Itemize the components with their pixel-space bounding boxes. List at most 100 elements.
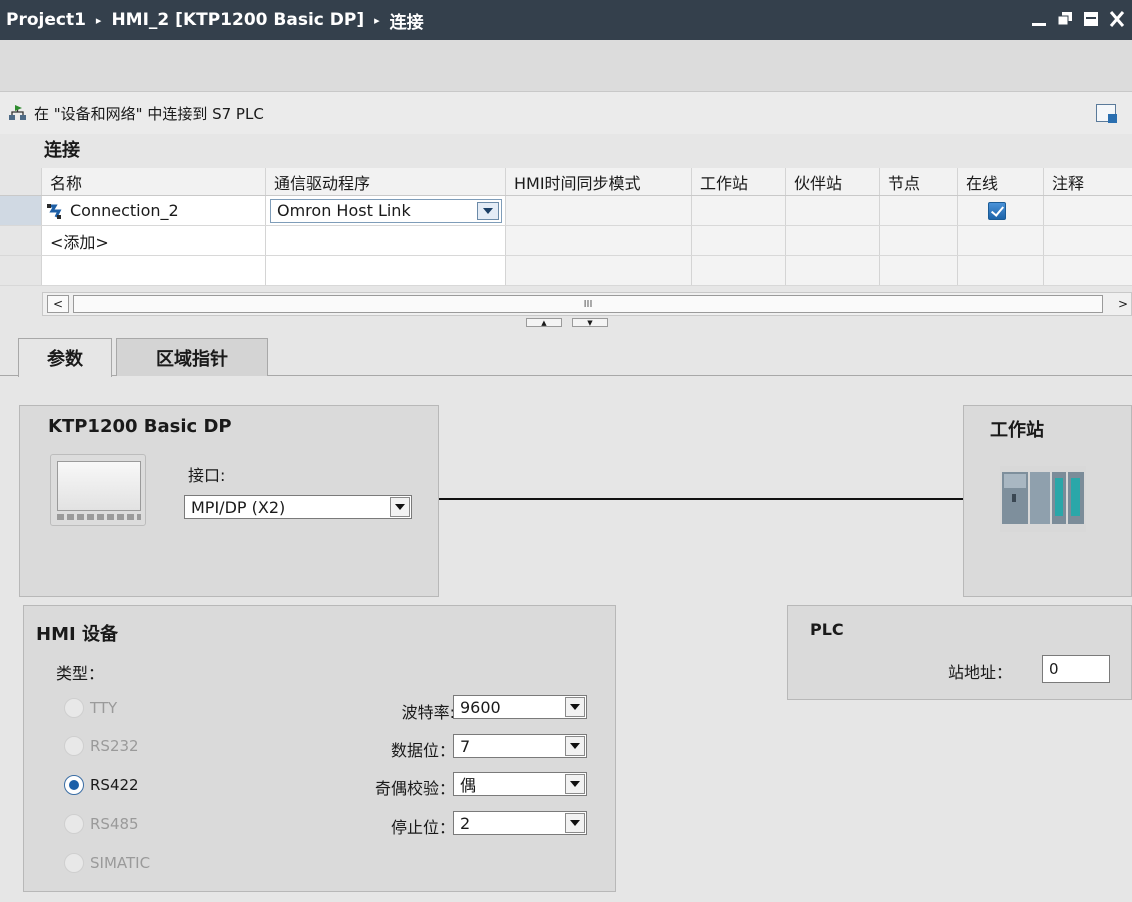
partner-cell[interactable]	[786, 226, 880, 255]
empty-cell	[692, 256, 786, 285]
restore-icon[interactable]	[1056, 8, 1074, 30]
breadcrumb-page: 连接	[389, 12, 424, 33]
chevron-down-icon[interactable]	[477, 201, 499, 220]
connect-s7-link-text[interactable]: 在 "设备和网络" 中连接到 S7 PLC	[34, 103, 264, 124]
col-header-time-sync[interactable]: HMI时间同步模式	[506, 168, 692, 195]
driver-cell[interactable]	[266, 226, 506, 255]
online-cell[interactable]	[958, 196, 1044, 225]
parity-label: 奇偶校验：	[374, 779, 455, 798]
table-row[interactable]: <添加>	[0, 226, 1132, 256]
empty-cell	[42, 256, 266, 285]
col-header-driver[interactable]: 通信驱动程序	[266, 168, 506, 195]
maximize-icon[interactable]	[1082, 8, 1100, 30]
data-bits-select[interactable]: 7	[453, 734, 587, 758]
row-selector[interactable]	[0, 196, 42, 225]
node-cell[interactable]	[880, 196, 958, 225]
splitter-handles: ▲ ▼	[526, 318, 618, 328]
node-cell[interactable]	[880, 226, 958, 255]
chevron-down-icon[interactable]	[565, 774, 585, 794]
close-icon[interactable]	[1108, 8, 1126, 30]
stop-bits-label: 停止位：	[390, 818, 455, 837]
plc-settings-panel: PLC 站地址： 0	[787, 605, 1132, 700]
data-bits-value: 7	[460, 736, 471, 756]
breadcrumb-project[interactable]: Project1	[6, 10, 86, 30]
partner-cell[interactable]	[786, 196, 880, 225]
parity-select[interactable]: 偶	[453, 772, 587, 796]
driver-cell[interactable]: Omron Host Link	[266, 196, 506, 225]
tab-parameters[interactable]: 参数	[18, 338, 112, 377]
breadcrumb-separator: ▸	[374, 13, 380, 27]
time-sync-cell[interactable]	[506, 226, 692, 255]
scroll-thumb[interactable]: III	[73, 295, 1103, 313]
connections-table: 名称 通信驱动程序 HMI时间同步模式 工作站 伙伴站 节点 在线 注释 Con…	[0, 168, 1132, 286]
online-cell[interactable]	[958, 226, 1044, 255]
hmi-settings-panel: HMI 设备 类型： TTY RS232 RS422 RS485 SIMATIC…	[23, 605, 616, 892]
col-header-name[interactable]: 名称	[42, 168, 266, 195]
empty-cell	[958, 256, 1044, 285]
type-label: 类型：	[56, 664, 105, 683]
hmi-keys-graphic	[57, 514, 141, 520]
horizontal-scrollbar[interactable]: < III >	[42, 292, 1132, 316]
section-title: 连接	[44, 140, 80, 161]
radio-rs422-label[interactable]: RS422	[90, 776, 139, 794]
chevron-down-icon[interactable]	[565, 813, 585, 833]
editor-toolbar	[0, 40, 1132, 92]
interface-select[interactable]: MPI/DP (X2)	[184, 495, 412, 519]
add-connection-text[interactable]: <添加>	[50, 229, 109, 253]
table-row	[0, 256, 1132, 286]
window-layout-icon[interactable]	[1096, 104, 1117, 123]
driver-select[interactable]: Omron Host Link	[270, 198, 502, 223]
col-header-node[interactable]: 节点	[880, 168, 958, 195]
table-row[interactable]: Connection_2 Omron Host Link	[0, 196, 1132, 226]
parity-value: 偶	[460, 776, 477, 795]
connection-name[interactable]: Connection_2	[70, 201, 179, 220]
connect-s7-link-row[interactable]: 在 "设备和网络" 中连接到 S7 PLC	[0, 92, 1132, 134]
comment-cell[interactable]	[1044, 196, 1132, 225]
tab-area-pointer[interactable]: 区域指针	[116, 338, 268, 376]
scroll-left-button[interactable]: <	[47, 295, 69, 313]
station-address-input[interactable]: 0	[1042, 655, 1110, 683]
window-titlebar: Project1 ▸ HMI_2 [KTP1200 Basic DP] ▸ 连接	[0, 0, 1132, 40]
splitter-down-icon[interactable]: ▼	[572, 318, 608, 327]
col-header-station[interactable]: 工作站	[692, 168, 786, 195]
chevron-down-icon[interactable]	[390, 497, 410, 517]
row-header-corner	[0, 168, 42, 195]
station-address-label: 站地址：	[948, 663, 1013, 682]
comment-cell[interactable]	[1044, 226, 1132, 255]
network-icon	[9, 105, 26, 120]
minimize-icon[interactable]	[1030, 8, 1048, 30]
radio-rs232: RS232	[64, 736, 139, 756]
online-checkbox[interactable]	[988, 201, 1006, 220]
station-cell[interactable]	[692, 196, 786, 225]
empty-cell	[786, 256, 880, 285]
row-selector	[0, 256, 42, 285]
row-selector[interactable]	[0, 226, 42, 255]
stop-bits-select[interactable]: 2	[453, 811, 587, 835]
window-buttons	[1030, 8, 1126, 30]
col-header-online[interactable]: 在线	[958, 168, 1044, 195]
radio-dot	[64, 698, 84, 718]
chevron-down-icon[interactable]	[565, 697, 585, 717]
empty-cell	[266, 256, 506, 285]
breadcrumb-device[interactable]: HMI_2 [KTP1200 Basic DP]	[111, 10, 364, 30]
scroll-right-button[interactable]: >	[1115, 295, 1131, 313]
radio-dot[interactable]	[64, 775, 84, 795]
time-sync-cell[interactable]	[506, 196, 692, 225]
col-header-partner[interactable]: 伙伴站	[786, 168, 880, 195]
baud-rate-select[interactable]: 9600	[453, 695, 587, 719]
connection-icon	[47, 203, 62, 219]
radio-rs422[interactable]: RS422	[64, 775, 139, 795]
col-header-comment[interactable]: 注释	[1044, 168, 1132, 195]
connection-line	[439, 498, 964, 500]
interface-label: 接口:	[188, 466, 226, 485]
tab-bar: 参数 区域指针	[0, 334, 1132, 377]
splitter-up-icon[interactable]: ▲	[526, 318, 562, 327]
radio-dot	[64, 853, 84, 873]
connection-name-cell[interactable]: Connection_2	[42, 196, 266, 225]
chevron-down-icon[interactable]	[565, 736, 585, 756]
station-cell[interactable]	[692, 226, 786, 255]
add-connection-cell[interactable]: <添加>	[42, 226, 266, 255]
hmi-device-title: KTP1200 Basic DP	[48, 416, 232, 437]
station-title: 工作站	[990, 420, 1044, 441]
hmi-settings-title: HMI 设备	[36, 624, 118, 645]
